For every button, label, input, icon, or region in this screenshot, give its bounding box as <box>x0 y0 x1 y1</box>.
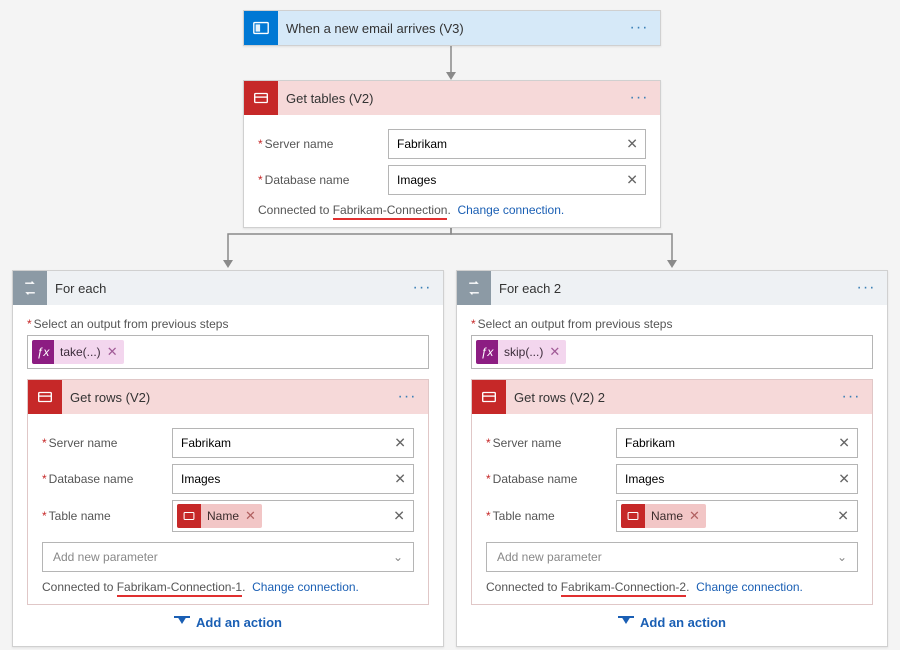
sql-icon <box>621 504 645 528</box>
more-icon[interactable]: ··· <box>624 89 654 107</box>
getrows1-title: Get rows (V2) <box>70 390 392 405</box>
more-icon[interactable]: ··· <box>851 279 881 297</box>
remove-pill-icon[interactable]: ✕ <box>107 344 118 360</box>
gettables-title: Get tables (V2) <box>286 91 624 106</box>
getrows2-card[interactable]: Get rows (V2) 2 ··· *Server name ✕ *Data… <box>471 379 873 605</box>
clear-icon[interactable]: ✕ <box>393 508 405 525</box>
select-output-label: Select an output from previous steps <box>478 317 673 331</box>
add-action-label: Add an action <box>196 615 282 630</box>
change-connection-link[interactable]: Change connection. <box>457 203 564 217</box>
fx-icon: ƒx <box>32 340 54 364</box>
clear-icon[interactable]: ✕ <box>838 471 850 488</box>
more-icon[interactable]: ··· <box>624 19 654 37</box>
arrow-trigger-to-gettables <box>449 44 453 82</box>
clear-icon[interactable]: ✕ <box>626 136 638 153</box>
sql-icon <box>472 380 506 414</box>
gettables-card[interactable]: Get tables (V2) ··· *Server name ✕ *Data… <box>243 80 661 228</box>
getrows1-card[interactable]: Get rows (V2) ··· *Server name ✕ *Databa… <box>27 379 429 605</box>
more-icon[interactable]: ··· <box>836 388 866 406</box>
clear-icon[interactable]: ✕ <box>394 471 406 488</box>
expression-text: skip(...) <box>504 345 543 359</box>
table-input[interactable]: Name ✕ ✕ <box>172 500 414 532</box>
flow-canvas: When a new email arrives (V3) ··· Get ta… <box>0 0 900 650</box>
add-action-button[interactable]: Add an action <box>27 605 429 636</box>
add-parameter-label: Add new parameter <box>497 550 602 564</box>
add-parameter-select[interactable]: Add new parameter ⌄ <box>42 542 414 572</box>
connection-name: Fabrikam-Connection-2 <box>561 580 686 597</box>
select-output-label: Select an output from previous steps <box>34 317 229 331</box>
add-parameter-label: Add new parameter <box>53 550 158 564</box>
db-label: Database name <box>493 472 578 486</box>
foreach2-title: For each 2 <box>499 281 851 296</box>
db-label: Database name <box>265 173 350 187</box>
output-pillbox[interactable]: ƒx skip(...) ✕ <box>471 335 873 369</box>
server-label: Server name <box>49 436 118 450</box>
loop-icon <box>13 271 47 305</box>
more-icon[interactable]: ··· <box>407 279 437 297</box>
db-input[interactable] <box>388 165 646 195</box>
table-label: Table name <box>493 509 555 523</box>
expression-text: take(...) <box>60 345 101 359</box>
expression-pill[interactable]: ƒx skip(...) ✕ <box>476 340 566 364</box>
connection-line: Connected to Fabrikam-Connection-2. Chan… <box>486 580 858 594</box>
getrows2-title: Get rows (V2) 2 <box>514 390 836 405</box>
remove-pill-icon[interactable]: ✕ <box>549 344 560 360</box>
foreach1-card[interactable]: For each ··· *Select an output from prev… <box>12 270 444 647</box>
table-input[interactable]: Name ✕ ✕ <box>616 500 858 532</box>
fx-icon: ƒx <box>476 340 498 364</box>
connection-line: Connected to Fabrikam-Connection. Change… <box>258 203 646 217</box>
chevron-down-icon: ⌄ <box>393 550 403 564</box>
db-input[interactable] <box>616 464 858 494</box>
remove-pill-icon[interactable]: ✕ <box>245 508 256 524</box>
table-pill-text: Name <box>207 509 239 523</box>
chevron-down-icon: ⌄ <box>837 550 847 564</box>
server-input[interactable] <box>172 428 414 458</box>
foreach2-card[interactable]: For each 2 ··· *Select an output from pr… <box>456 270 888 647</box>
trigger-card[interactable]: When a new email arrives (V3) ··· <box>243 10 661 46</box>
more-icon[interactable]: ··· <box>392 388 422 406</box>
server-label: Server name <box>265 137 334 151</box>
sql-icon <box>244 81 278 115</box>
clear-icon[interactable]: ✕ <box>394 435 406 452</box>
clear-icon[interactable]: ✕ <box>626 172 638 189</box>
db-input[interactable] <box>172 464 414 494</box>
add-action-label: Add an action <box>640 615 726 630</box>
sql-icon <box>177 504 201 528</box>
expression-pill[interactable]: ƒx take(...) ✕ <box>32 340 124 364</box>
server-input[interactable] <box>388 129 646 159</box>
connection-line: Connected to Fabrikam-Connection-1. Chan… <box>42 580 414 594</box>
table-pill[interactable]: Name ✕ <box>177 504 262 528</box>
db-label: Database name <box>49 472 134 486</box>
add-action-icon <box>174 616 190 630</box>
output-pillbox[interactable]: ƒx take(...) ✕ <box>27 335 429 369</box>
add-action-button[interactable]: Add an action <box>471 605 873 636</box>
trigger-title: When a new email arrives (V3) <box>286 21 624 36</box>
table-label: Table name <box>49 509 111 523</box>
add-parameter-select[interactable]: Add new parameter ⌄ <box>486 542 858 572</box>
foreach1-title: For each <box>55 281 407 296</box>
change-connection-link[interactable]: Change connection. <box>696 580 803 594</box>
server-input[interactable] <box>616 428 858 458</box>
sql-icon <box>28 380 62 414</box>
change-connection-link[interactable]: Change connection. <box>252 580 359 594</box>
clear-icon[interactable]: ✕ <box>838 435 850 452</box>
add-action-icon <box>618 616 634 630</box>
table-pill[interactable]: Name ✕ <box>621 504 706 528</box>
outlook-icon <box>244 11 278 45</box>
loop-icon <box>457 271 491 305</box>
connection-name: Fabrikam-Connection <box>333 203 448 220</box>
server-label: Server name <box>493 436 562 450</box>
remove-pill-icon[interactable]: ✕ <box>689 508 700 524</box>
connection-name: Fabrikam-Connection-1 <box>117 580 242 597</box>
table-pill-text: Name <box>651 509 683 523</box>
clear-icon[interactable]: ✕ <box>837 508 849 525</box>
